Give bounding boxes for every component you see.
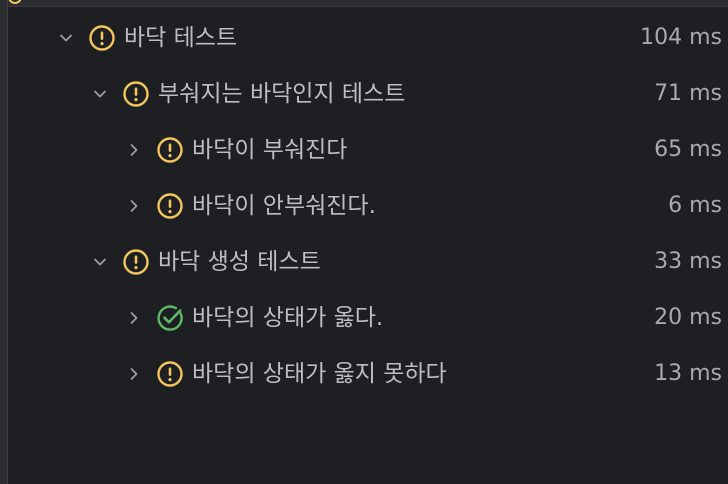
test-tree-row[interactable]: 바닥 생성 테스트 33 ms <box>0 234 728 290</box>
test-duration: 6 ms <box>668 193 722 218</box>
test-tree-row[interactable]: 바닥 테스트 104 ms <box>0 10 728 66</box>
test-name: 바닥의 상태가 옳지 못하다 <box>192 361 447 387</box>
warning-icon <box>122 80 150 108</box>
chevron-right-icon[interactable] <box>125 197 143 215</box>
test-tree-row[interactable]: 바닥의 상태가 옳지 못하다 13 ms <box>0 346 728 402</box>
chevron-down-icon[interactable] <box>91 85 109 103</box>
test-duration: 71 ms <box>654 81 722 106</box>
chevron-right-icon[interactable] <box>125 365 143 383</box>
warning-icon <box>156 192 184 220</box>
test-duration: 104 ms <box>640 25 722 50</box>
test-tree-row[interactable]: 바닥의 상태가 옳다. 20 ms <box>0 290 728 346</box>
test-duration: 20 ms <box>654 305 722 330</box>
chevron-right-icon[interactable] <box>125 141 143 159</box>
test-name: 바닥의 상태가 옳다. <box>192 305 384 331</box>
warning-icon <box>88 24 116 52</box>
test-tree-row[interactable]: 바닥이 안부숴진다. 6 ms <box>0 178 728 234</box>
check-circle-icon <box>156 304 184 332</box>
test-results-panel: 바닥 테스트 104 ms 부숴지는 바닥인지 테스트 71 ms 바닥이 부숴… <box>0 0 728 484</box>
test-name: 바닥 생성 테스트 <box>158 249 321 275</box>
chevron-right-icon[interactable] <box>125 309 143 327</box>
test-tree-row[interactable]: 부숴지는 바닥인지 테스트 71 ms <box>0 66 728 122</box>
chevron-down-icon[interactable] <box>91 253 109 271</box>
warning-icon <box>156 360 184 388</box>
warning-icon <box>8 0 22 4</box>
test-tree-row[interactable]: 바닥이 부숴진다 65 ms <box>0 122 728 178</box>
test-name: 바닥이 안부숴진다. <box>192 193 376 219</box>
test-duration: 13 ms <box>654 361 722 386</box>
test-name: 부숴지는 바닥인지 테스트 <box>158 81 406 107</box>
partially-visible-row[interactable] <box>0 0 728 7</box>
chevron-down-icon[interactable] <box>57 29 75 47</box>
test-name: 바닥이 부숴진다 <box>192 137 348 163</box>
test-duration: 33 ms <box>654 249 722 274</box>
test-name: 바닥 테스트 <box>124 25 238 51</box>
test-duration: 65 ms <box>654 137 722 162</box>
warning-icon <box>122 248 150 276</box>
warning-icon <box>156 136 184 164</box>
